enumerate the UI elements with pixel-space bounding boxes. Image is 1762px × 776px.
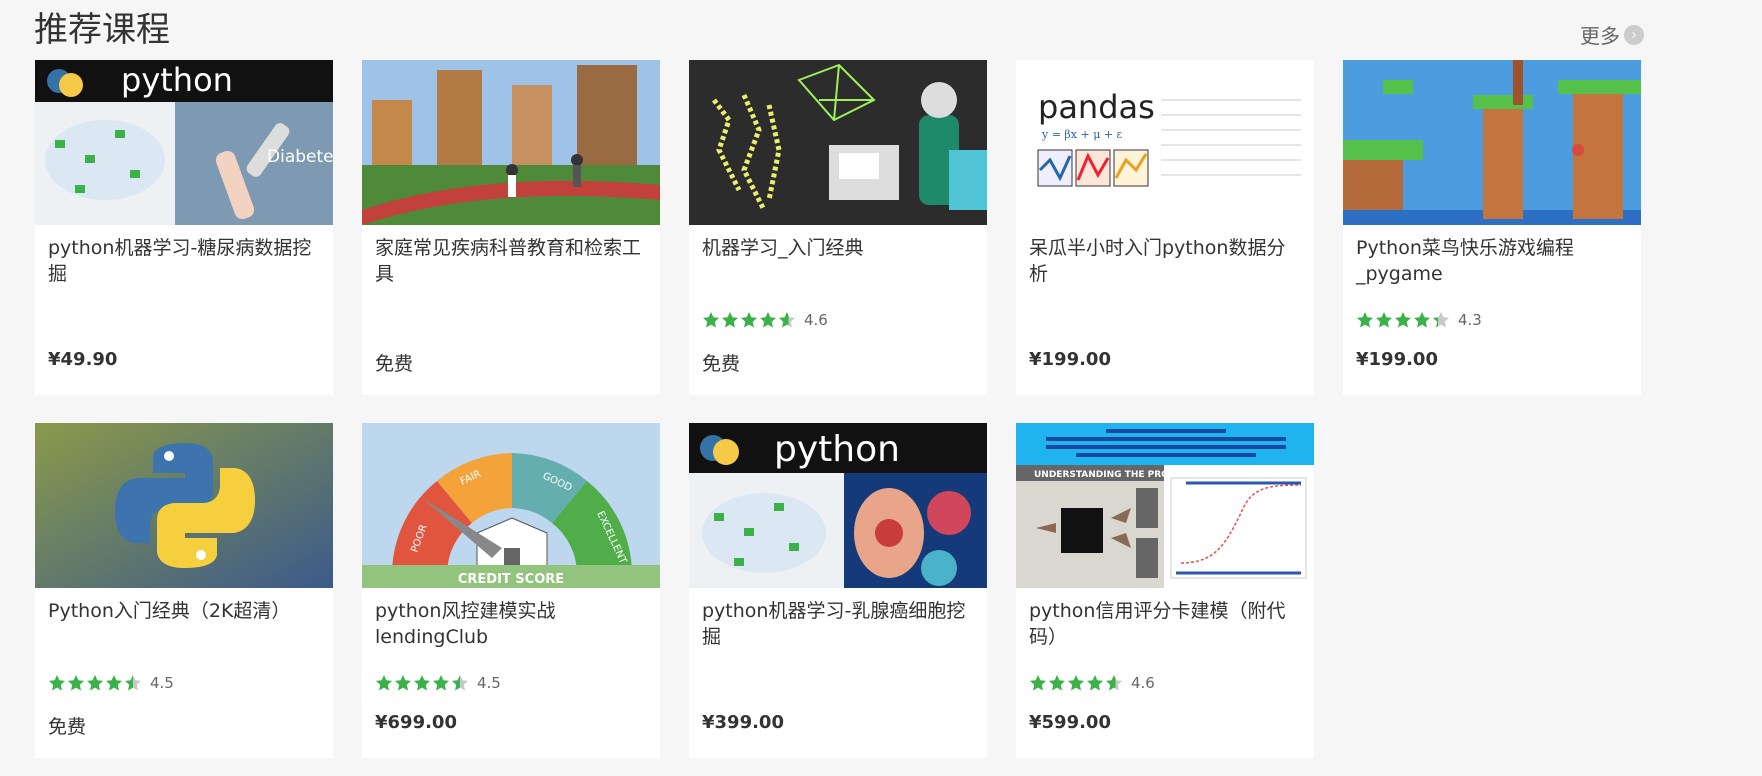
course-title[interactable]: python风控建模实战lendingClub	[375, 598, 647, 650]
course-thumbnail[interactable]: python Diabetes	[35, 60, 333, 225]
star-icon	[394, 674, 412, 692]
course-card[interactable]: CREDIT SCORE POOR FAIR GOOD EXCELLENT py…	[362, 423, 660, 758]
course-thumbnail[interactable]	[362, 60, 660, 225]
course-thumbnail[interactable]	[1343, 60, 1641, 225]
star-icon	[451, 674, 469, 692]
course-rating: 4.3	[1356, 311, 1482, 329]
star-icon	[48, 674, 66, 692]
star-icon	[375, 674, 393, 692]
course-card[interactable]: 家庭常见疾病科普教育和检索工具免费	[362, 60, 660, 395]
star-icon	[1048, 674, 1066, 692]
svg-text:CREDIT SCORE: CREDIT SCORE	[458, 572, 564, 587]
course-thumbnail[interactable]: UNDERSTANDING THE PROCESS	[1016, 423, 1314, 588]
star-icon	[1067, 674, 1085, 692]
course-price: ¥699.00	[375, 712, 457, 733]
rating-stars	[702, 311, 796, 329]
course-thumbnail[interactable]	[689, 60, 987, 225]
rating-score: 4.3	[1458, 311, 1482, 329]
star-icon	[702, 311, 720, 329]
course-thumbnail[interactable]: CREDIT SCORE POOR FAIR GOOD EXCELLENT	[362, 423, 660, 588]
course-rating: 4.5	[48, 674, 174, 692]
svg-text:UNDERSTANDING THE PROCESS: UNDERSTANDING THE PROCESS	[1034, 470, 1194, 480]
course-price: 免费	[48, 716, 87, 738]
star-icon	[1375, 311, 1393, 329]
svg-text:y = βx + μ + ε: y = βx + μ + ε	[1041, 128, 1123, 141]
star-icon	[1394, 311, 1412, 329]
course-title[interactable]: Python入门经典（2K超清）	[48, 598, 320, 624]
course-rating: 4.5	[375, 674, 501, 692]
course-rating: 4.6	[1029, 674, 1155, 692]
chevron-right-icon: ›	[1624, 24, 1644, 45]
course-thumbnail[interactable]: python	[689, 423, 987, 588]
star-icon	[1432, 311, 1450, 329]
course-thumbnail[interactable]: pandas y = βx + μ + ε	[1016, 60, 1314, 225]
course-price: ¥199.00	[1356, 349, 1438, 370]
course-title[interactable]: python机器学习-糖尿病数据挖掘	[48, 235, 320, 287]
star-icon	[413, 674, 431, 692]
course-card[interactable]: 机器学习_入门经典 4.6 免费	[689, 60, 987, 395]
course-title[interactable]: python信用评分卡建模（附代码）	[1029, 598, 1301, 650]
star-icon	[740, 311, 758, 329]
svg-text:python: python	[774, 429, 900, 470]
more-link[interactable]: 更多 ›	[1580, 20, 1644, 49]
star-icon	[1086, 674, 1104, 692]
course-price: ¥399.00	[702, 712, 784, 733]
section-title: 推荐课程	[34, 10, 170, 50]
star-icon	[759, 311, 777, 329]
course-card[interactable]: python Diabetes python机器学习-糖尿病数据挖掘 ¥49.90	[35, 60, 333, 395]
rating-score: 4.5	[150, 674, 174, 692]
rating-stars	[375, 674, 469, 692]
course-title[interactable]: python机器学习-乳腺癌细胞挖掘	[702, 598, 974, 650]
course-title[interactable]: 机器学习_入门经典	[702, 235, 974, 261]
star-icon	[778, 311, 796, 329]
star-icon	[1029, 674, 1047, 692]
course-price: ¥49.90	[48, 349, 118, 370]
course-card[interactable]: python python机器学习-乳腺癌细胞挖掘 ¥399.00	[689, 423, 987, 758]
course-title[interactable]: Python菜鸟快乐游戏编程_pygame	[1356, 235, 1628, 287]
course-grid: python Diabetes python机器学习-糖尿病数据挖掘 ¥49.90…	[35, 60, 1641, 758]
svg-text:Diabetes: Diabetes	[267, 147, 333, 167]
star-icon	[432, 674, 450, 692]
star-icon	[86, 674, 104, 692]
star-icon	[721, 311, 739, 329]
star-icon	[1413, 311, 1431, 329]
course-card[interactable]: UNDERSTANDING THE PROCESS python信用评分卡建模（…	[1016, 423, 1314, 758]
course-price: ¥599.00	[1029, 712, 1111, 733]
svg-text:pandas: pandas	[1038, 88, 1155, 126]
course-card[interactable]: Python菜鸟快乐游戏编程_pygame 4.3 ¥199.00	[1343, 60, 1641, 395]
course-card[interactable]: Python入门经典（2K超清） 4.5 免费	[35, 423, 333, 758]
rating-score: 4.5	[477, 674, 501, 692]
star-icon	[124, 674, 142, 692]
course-price: ¥199.00	[1029, 349, 1111, 370]
star-icon	[67, 674, 85, 692]
rating-score: 4.6	[804, 311, 828, 329]
course-price: 免费	[375, 353, 414, 375]
course-card[interactable]: pandas y = βx + μ + ε 呆瓜半小时入门python数据分析 ¥…	[1016, 60, 1314, 395]
course-title[interactable]: 家庭常见疾病科普教育和检索工具	[375, 235, 647, 287]
course-price: 免费	[702, 353, 741, 375]
star-icon	[1356, 311, 1374, 329]
course-thumbnail[interactable]	[35, 423, 333, 588]
rating-stars	[48, 674, 142, 692]
star-icon	[105, 674, 123, 692]
course-title[interactable]: 呆瓜半小时入门python数据分析	[1029, 235, 1301, 287]
rating-score: 4.6	[1131, 674, 1155, 692]
rating-stars	[1356, 311, 1450, 329]
rating-stars	[1029, 674, 1123, 692]
thumb-text: python	[121, 61, 233, 99]
course-rating: 4.6	[702, 311, 828, 329]
more-label: 更多	[1580, 24, 1620, 48]
star-icon	[1105, 674, 1123, 692]
